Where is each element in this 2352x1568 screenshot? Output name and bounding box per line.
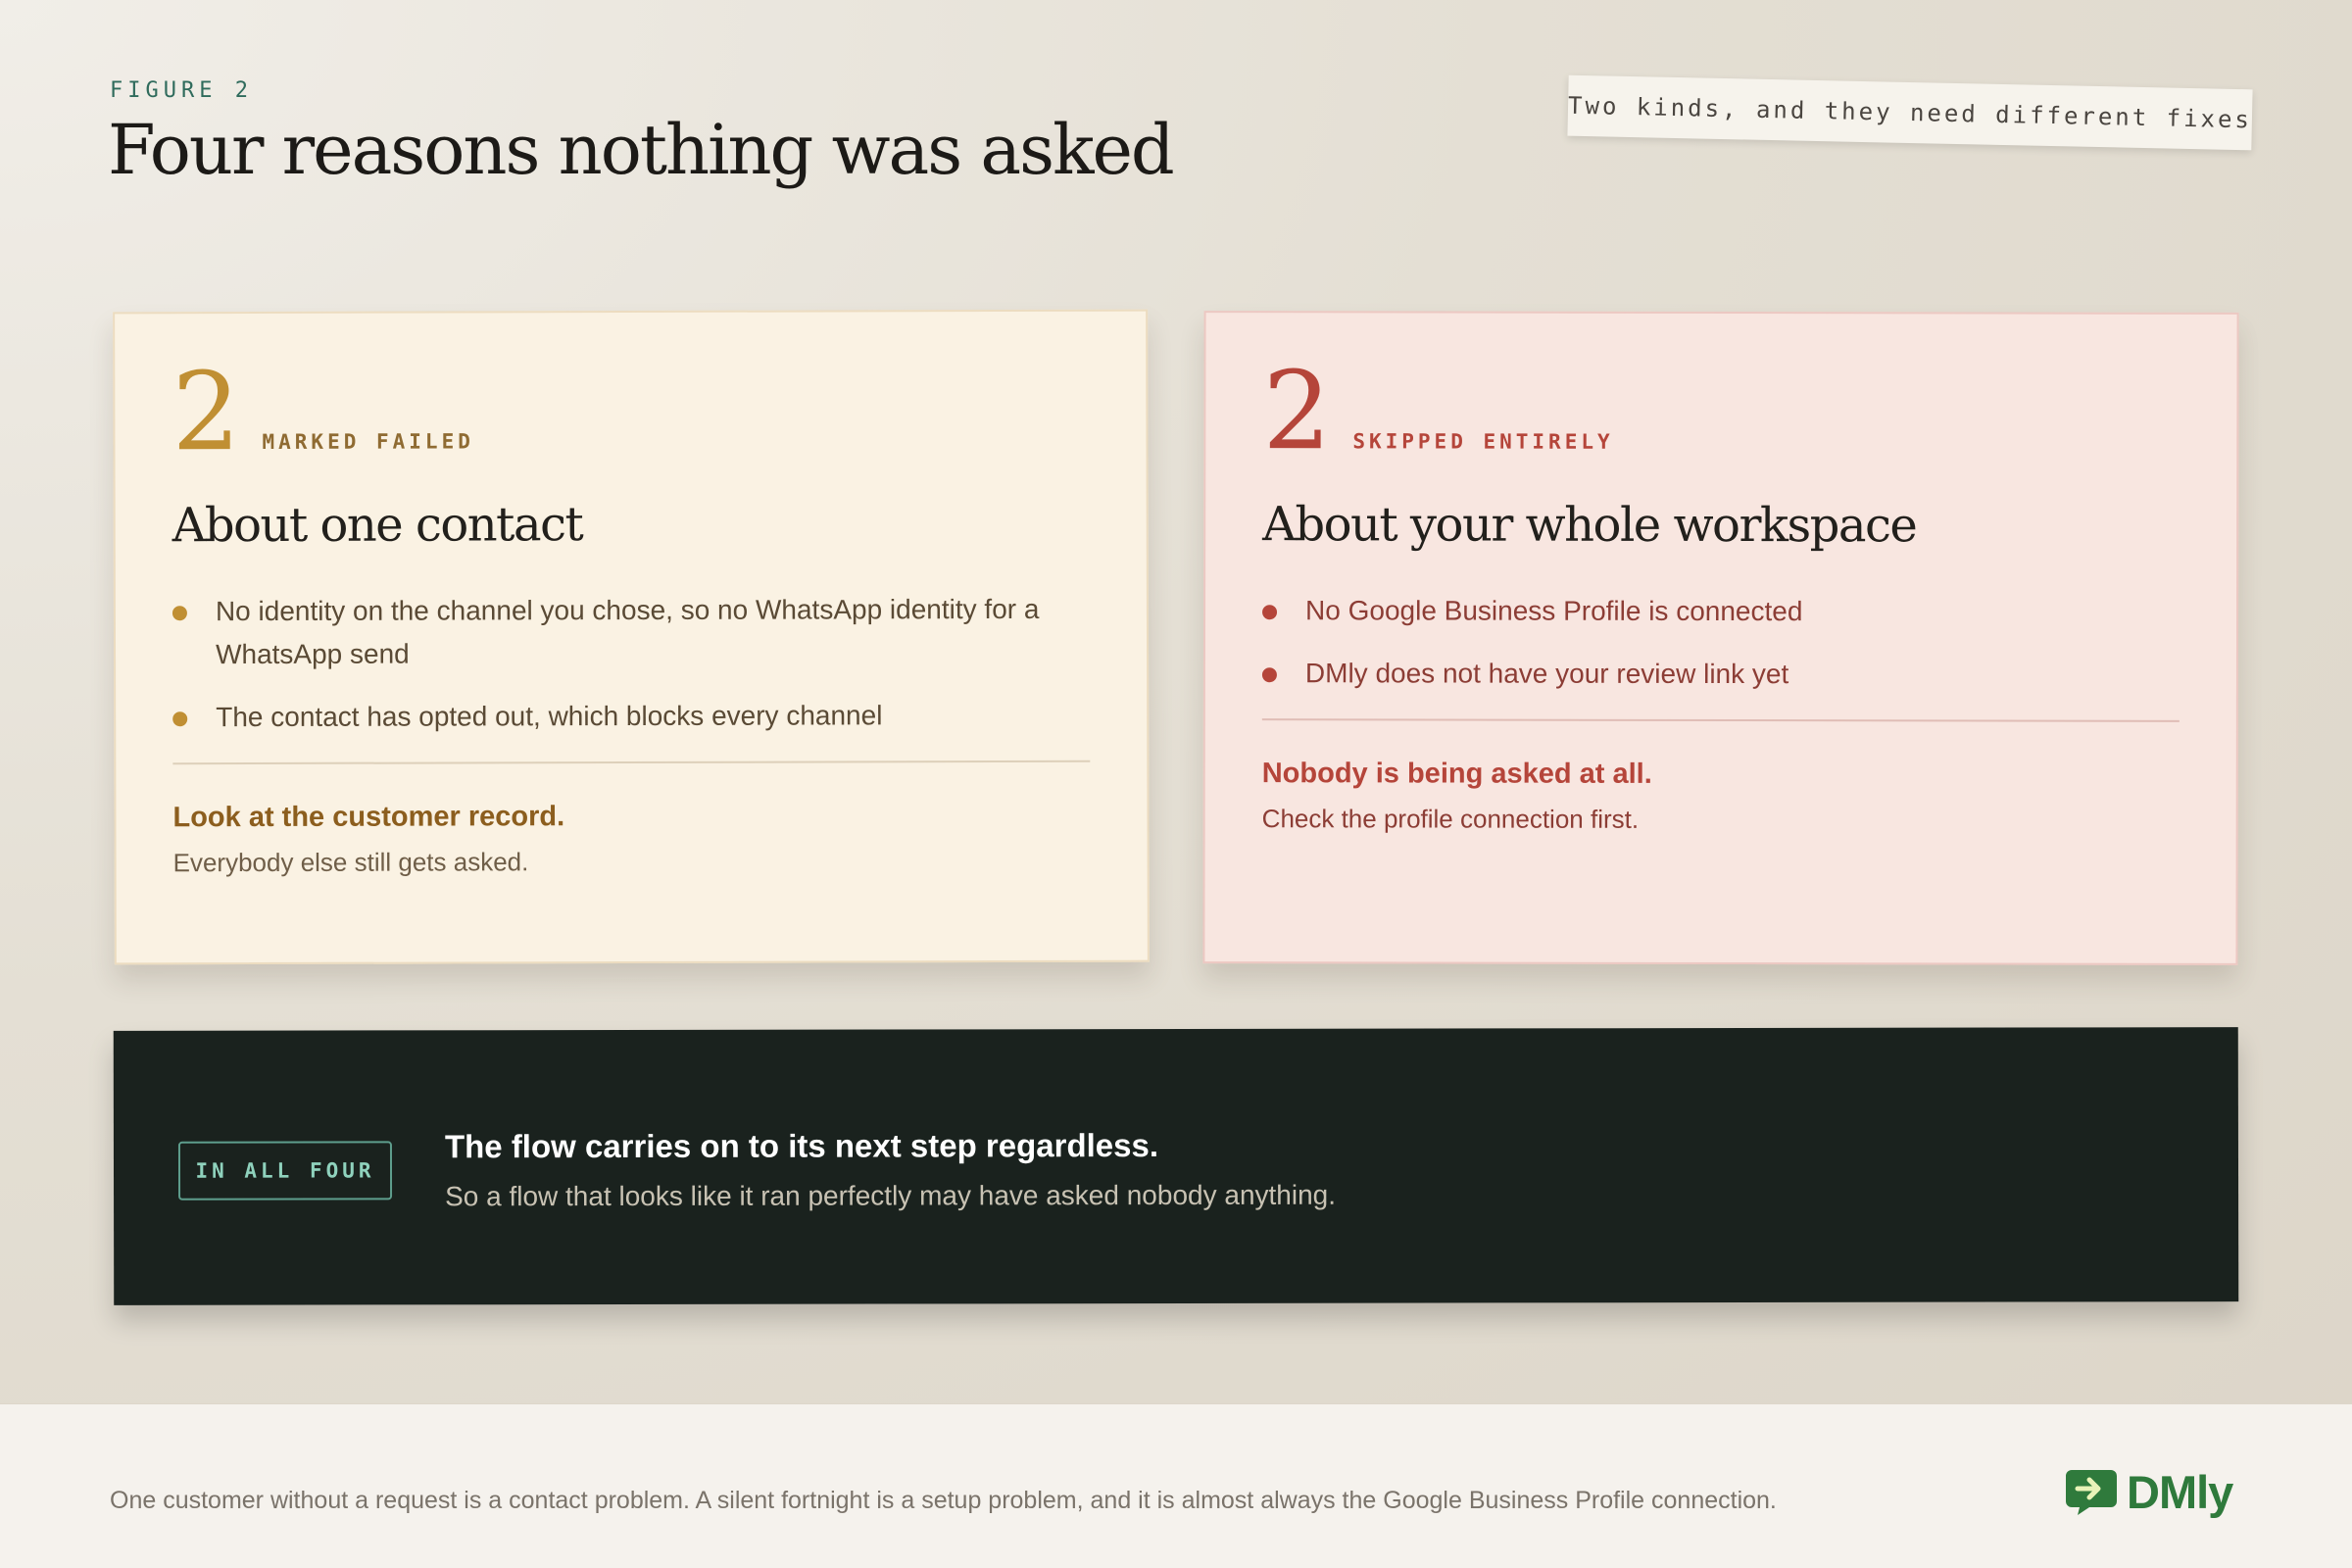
count-number: 2	[172, 349, 241, 475]
sticky-note: Two kinds, and they need different fixes	[1567, 74, 2253, 151]
card-title: About your whole workspace	[1262, 497, 1917, 554]
reason-list: No Google Business Profile is connected …	[1261, 589, 2180, 697]
card-marked-failed: 2 MARKED FAILED About one contact No ide…	[113, 309, 1150, 965]
count-number: 2	[1262, 348, 1332, 474]
divider	[172, 760, 1091, 765]
banner-tag: IN ALL FOUR	[177, 1141, 393, 1200]
bullet-icon	[1262, 605, 1278, 620]
card-header: 2 MARKED FAILED	[172, 349, 1089, 475]
card-action: Nobody is being asked at all.	[1261, 758, 1652, 790]
reason-list: No identity on the channel you chose, so…	[172, 588, 1090, 739]
list-item: DMly does not have your review link yet	[1261, 652, 2180, 697]
card-skipped-entirely: 2 SKIPPED ENTIRELY About your whole work…	[1202, 311, 2239, 965]
divider	[1261, 718, 2180, 722]
brand-logo: DMly	[2064, 1465, 2233, 1519]
page-title: Four reasons nothing was asked	[108, 110, 1175, 190]
bullet-text: No Google Business Profile is connected	[1305, 595, 1803, 627]
list-item: No identity on the channel you chose, so…	[172, 588, 1090, 676]
card-note: Everybody else still gets asked.	[172, 847, 529, 878]
footer: One customer without a request is a cont…	[0, 1403, 2352, 1568]
bullet-icon	[172, 711, 188, 727]
footer-text: One customer without a request is a cont…	[110, 1487, 1777, 1514]
logo-wordmark: DMly	[2127, 1466, 2233, 1518]
card-header: 2 SKIPPED ENTIRELY	[1262, 348, 2180, 474]
card-title: About one contact	[172, 497, 583, 554]
card-action: Look at the customer record.	[172, 801, 565, 834]
card-kicker: MARKED FAILED	[262, 429, 474, 454]
bullet-text: No identity on the channel you chose, so…	[215, 593, 1040, 670]
summary-banner: IN ALL FOUR The flow carries on to its n…	[113, 1027, 2239, 1305]
list-item: No Google Business Profile is connected	[1262, 589, 2180, 634]
card-note: Check the profile connection first.	[1261, 804, 1640, 834]
list-item: The contact has opted out, which blocks …	[172, 694, 1090, 739]
card-kicker: SKIPPED ENTIRELY	[1352, 429, 1614, 454]
bullet-text: The contact has opted out, which blocks …	[216, 700, 883, 733]
banner-subtext: So a flow that looks like it ran perfect…	[445, 1179, 1337, 1212]
bullet-icon	[1261, 667, 1277, 683]
bullet-text: DMly does not have your review link yet	[1304, 658, 1789, 690]
banner-headline: The flow carries on to its next step reg…	[444, 1127, 1159, 1165]
bullet-icon	[172, 606, 187, 621]
figure-label: FIGURE 2	[110, 78, 253, 103]
chat-arrow-icon	[2066, 1469, 2117, 1515]
